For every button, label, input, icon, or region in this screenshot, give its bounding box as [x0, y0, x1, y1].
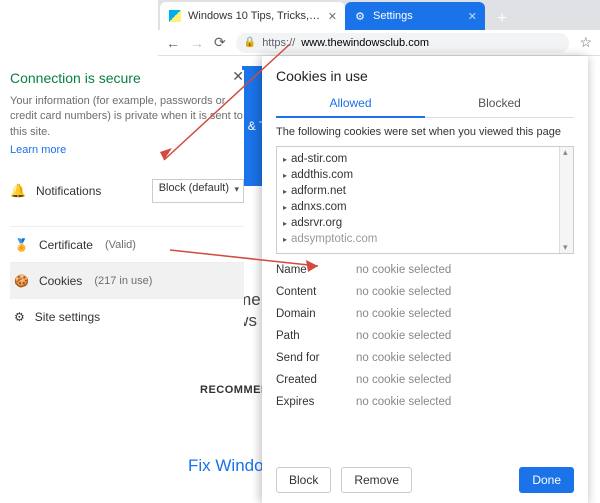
field-value: no cookie selected [356, 286, 574, 298]
cookies-count: (217 in use) [94, 275, 152, 287]
gear-icon: ⚙ [14, 310, 25, 324]
tab-label: Windows 10 Tips, Tricks, Help, Su [188, 10, 322, 22]
scrollbar[interactable] [559, 147, 573, 253]
cookie-domain: adsymptotic.com [291, 233, 377, 245]
list-item[interactable]: ▸ adnxs.com [277, 199, 573, 215]
tab-allowed[interactable]: Allowed [276, 90, 425, 118]
site-settings-row[interactable]: ⚙ Site settings [10, 298, 244, 334]
lock-icon[interactable]: 🔒 [244, 37, 256, 48]
cookies-desc: The following cookies were set when you … [276, 126, 574, 138]
permission-notifications: 🔔 Notifications Block (default) [10, 174, 244, 208]
tab-settings[interactable]: ⚙ Settings ✕ [345, 2, 485, 30]
notifications-select[interactable]: Block (default) [152, 179, 244, 203]
certificate-status: (Valid) [105, 239, 136, 251]
list-item[interactable]: ▸ adsymptotic.com [277, 231, 573, 247]
list-item[interactable]: ▸ ad-stir.com [277, 151, 573, 167]
field-label: Expires [276, 396, 356, 408]
tab-bar: Windows 10 Tips, Tricks, Help, Su ✕ ⚙ Se… [158, 0, 600, 30]
close-icon[interactable]: ✕ [328, 10, 337, 23]
cookie-domain: adsrvr.org [291, 217, 342, 229]
tab-label: Settings [373, 10, 462, 22]
chevron-right-icon: ▸ [283, 235, 287, 244]
certificate-label: Certificate [39, 238, 93, 252]
chevron-right-icon: ▸ [283, 171, 287, 180]
tab-site[interactable]: Windows 10 Tips, Tricks, Help, Su ✕ [160, 2, 345, 30]
field-label: Path [276, 330, 356, 342]
chevron-right-icon: ▸ [283, 187, 287, 196]
site-settings-label: Site settings [35, 310, 100, 324]
cookie-icon: 🍪 [14, 274, 29, 288]
permission-label: Notifications [36, 184, 142, 198]
connection-status-title: Connection is secure [10, 70, 244, 86]
cookies-row[interactable]: 🍪 Cookies (217 in use) [10, 262, 244, 298]
list-item[interactable]: ▸ adsrvr.org [277, 215, 573, 231]
certificate-icon: 🏅 [14, 238, 29, 252]
list-item[interactable]: ▸ addthis.com [277, 167, 573, 183]
favicon-icon [168, 9, 182, 23]
learn-more-link[interactable]: Learn more [10, 144, 244, 156]
cookies-list[interactable]: ▸ ad-stir.com ▸ addthis.com ▸ adform.net ▸ a… [276, 146, 574, 254]
page-section-label: RECOMMEN [200, 384, 269, 396]
remove-button[interactable]: Remove [341, 467, 412, 493]
site-info-popup: ✕ Connection is secure Your information … [10, 70, 244, 334]
reload-icon[interactable]: ⟳ [214, 34, 226, 51]
select-value: Block (default) [159, 182, 229, 194]
bookmark-icon[interactable]: ☆ [579, 34, 592, 51]
field-value: no cookie selected [356, 264, 574, 276]
field-value: no cookie selected [356, 308, 574, 320]
chevron-right-icon: ▸ [283, 219, 287, 228]
browser-chrome: Windows 10 Tips, Tricks, Help, Su ✕ ⚙ Se… [158, 0, 600, 56]
cookie-domain: adnxs.com [291, 201, 347, 213]
cookie-domain: adform.net [291, 185, 346, 197]
chevron-right-icon: ▸ [283, 203, 287, 212]
field-label: Created [276, 374, 356, 386]
done-button[interactable]: Done [519, 467, 574, 493]
cookies-tabs: Allowed Blocked [276, 90, 574, 118]
field-value: no cookie selected [356, 396, 574, 408]
gear-icon: ⚙ [353, 9, 367, 23]
block-button[interactable]: Block [276, 467, 331, 493]
field-label: Domain [276, 308, 356, 320]
url-host: www.thewindowsclub.com [301, 37, 429, 49]
cookie-details: Nameno cookie selected Contentno cookie … [276, 264, 574, 408]
url-scheme: https:// [262, 37, 295, 49]
field-label: Content [276, 286, 356, 298]
chevron-right-icon: ▸ [283, 155, 287, 164]
address-bar[interactable]: 🔒 https:// www.thewindowsclub.com [236, 33, 570, 53]
dialog-buttons: Block Remove Done [276, 457, 574, 493]
dialog-title: Cookies in use [276, 68, 574, 84]
field-label: Name [276, 264, 356, 276]
new-tab-button[interactable]: + [491, 8, 513, 30]
tab-blocked[interactable]: Blocked [425, 90, 574, 117]
back-icon[interactable]: ← [166, 35, 180, 51]
field-label: Send for [276, 352, 356, 364]
field-value: no cookie selected [356, 374, 574, 386]
field-value: no cookie selected [356, 352, 574, 364]
close-icon[interactable]: ✕ [468, 10, 477, 23]
bell-blocked-icon: 🔔 [10, 183, 26, 199]
cookie-domain: addthis.com [291, 169, 353, 181]
list-item[interactable]: ▸ adform.net [277, 183, 573, 199]
connection-status-desc: Your information (for example, passwords… [10, 94, 244, 140]
cookies-dialog: Cookies in use Allowed Blocked The follo… [262, 56, 588, 503]
cookies-label: Cookies [39, 274, 82, 288]
field-value: no cookie selected [356, 330, 574, 342]
forward-icon[interactable]: → [190, 35, 204, 51]
toolbar: ← → ⟳ 🔒 https:// www.thewindowsclub.com ☆ [158, 30, 600, 56]
cookie-domain: ad-stir.com [291, 153, 347, 165]
certificate-row[interactable]: 🏅 Certificate (Valid) [10, 226, 244, 262]
close-icon[interactable]: ✕ [232, 68, 244, 85]
